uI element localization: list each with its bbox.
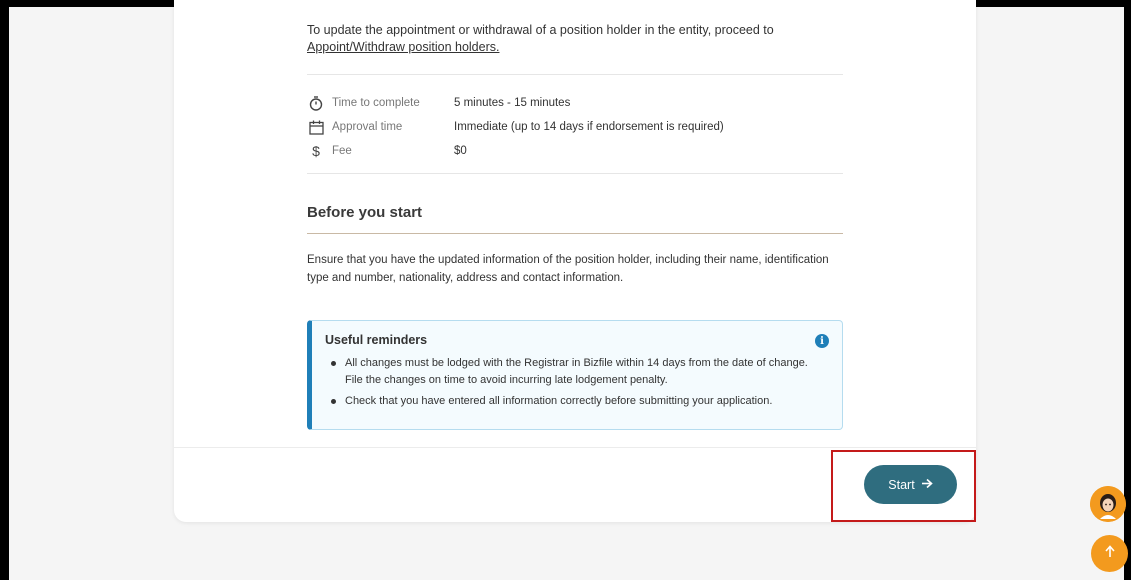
meta-label: Time to complete [332,97,420,109]
meta-row-time: Time to complete 5 minutes - 15 minutes [307,91,843,115]
start-button-label: Start [888,477,915,492]
intro-text: To update the appointment or withdrawal … [307,23,774,54]
before-you-start-heading: Before you start [307,204,843,234]
reminders-list: All changes must be lodged with the Regi… [325,355,828,410]
card-footer-divider [174,447,976,448]
calendar-icon [307,118,325,136]
divider [307,74,843,75]
service-card: To update the appointment or withdrawal … [174,0,976,522]
meta-label: Fee [332,145,352,157]
appoint-withdraw-link[interactable]: Appoint/Withdraw position holders. [307,40,499,54]
meta-row-approval: Approval time Immediate (up to 14 days i… [307,115,843,139]
start-button[interactable]: Start [864,465,957,504]
dollar-icon: $ [312,143,320,159]
meta-value: $0 [454,145,467,157]
useful-reminders-box: Useful reminders i All changes must be l… [307,320,843,430]
arrow-up-icon [1104,544,1116,563]
info-icon: i [815,334,829,348]
arrow-right-icon [921,478,933,492]
meta-row-fee: $ Fee $0 [307,139,843,163]
stopwatch-icon [307,94,325,112]
list-item: All changes must be lodged with the Regi… [325,355,828,389]
list-item: Check that you have entered all informat… [325,393,828,410]
reminders-title: Useful reminders [325,333,428,347]
service-meta-list: Time to complete 5 minutes - 15 minutes … [307,91,843,163]
before-you-start-description: Ensure that you have the updated informa… [307,254,829,284]
chat-assistant-avatar[interactable] [1090,486,1126,522]
intro-section: To update the appointment or withdrawal … [307,22,843,56]
assistant-avatar-icon [1090,486,1126,522]
screen-frame-right [1124,0,1131,580]
divider [307,173,843,174]
screen-frame-left [0,0,9,580]
meta-value: 5 minutes - 15 minutes [454,97,571,109]
scroll-to-top-button[interactable] [1091,535,1128,572]
meta-value: Immediate (up to 14 days if endorsement … [454,121,724,133]
meta-label: Approval time [332,121,403,133]
